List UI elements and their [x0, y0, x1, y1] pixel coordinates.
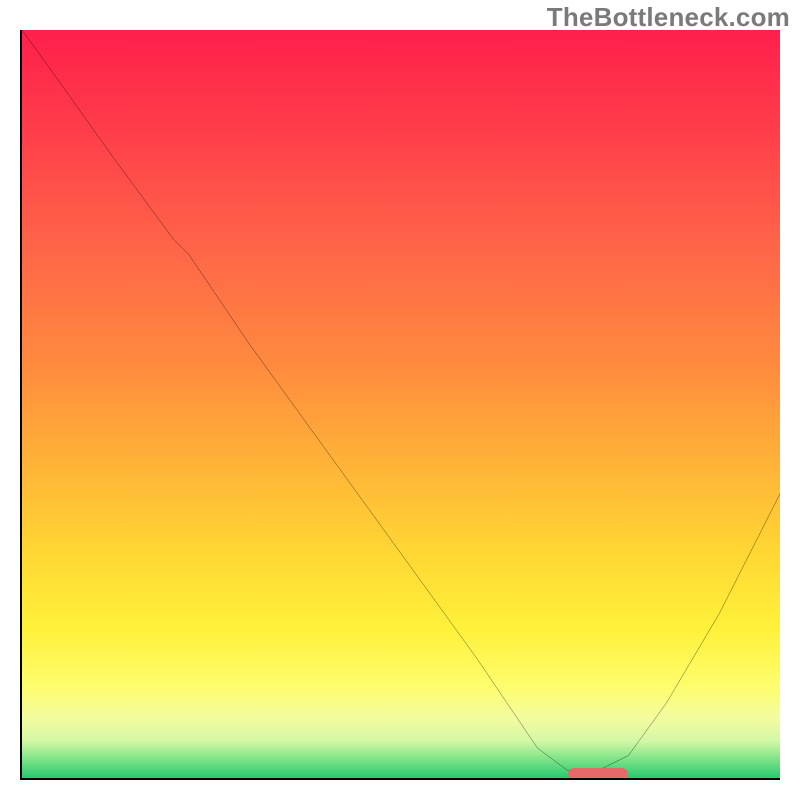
chart-container: TheBottleneck.com [0, 0, 800, 800]
curve-path [22, 30, 780, 771]
optimal-range-marker [568, 768, 629, 780]
plot-area [20, 30, 780, 780]
watermark-text: TheBottleneck.com [547, 2, 790, 33]
bottleneck-curve [22, 30, 780, 778]
